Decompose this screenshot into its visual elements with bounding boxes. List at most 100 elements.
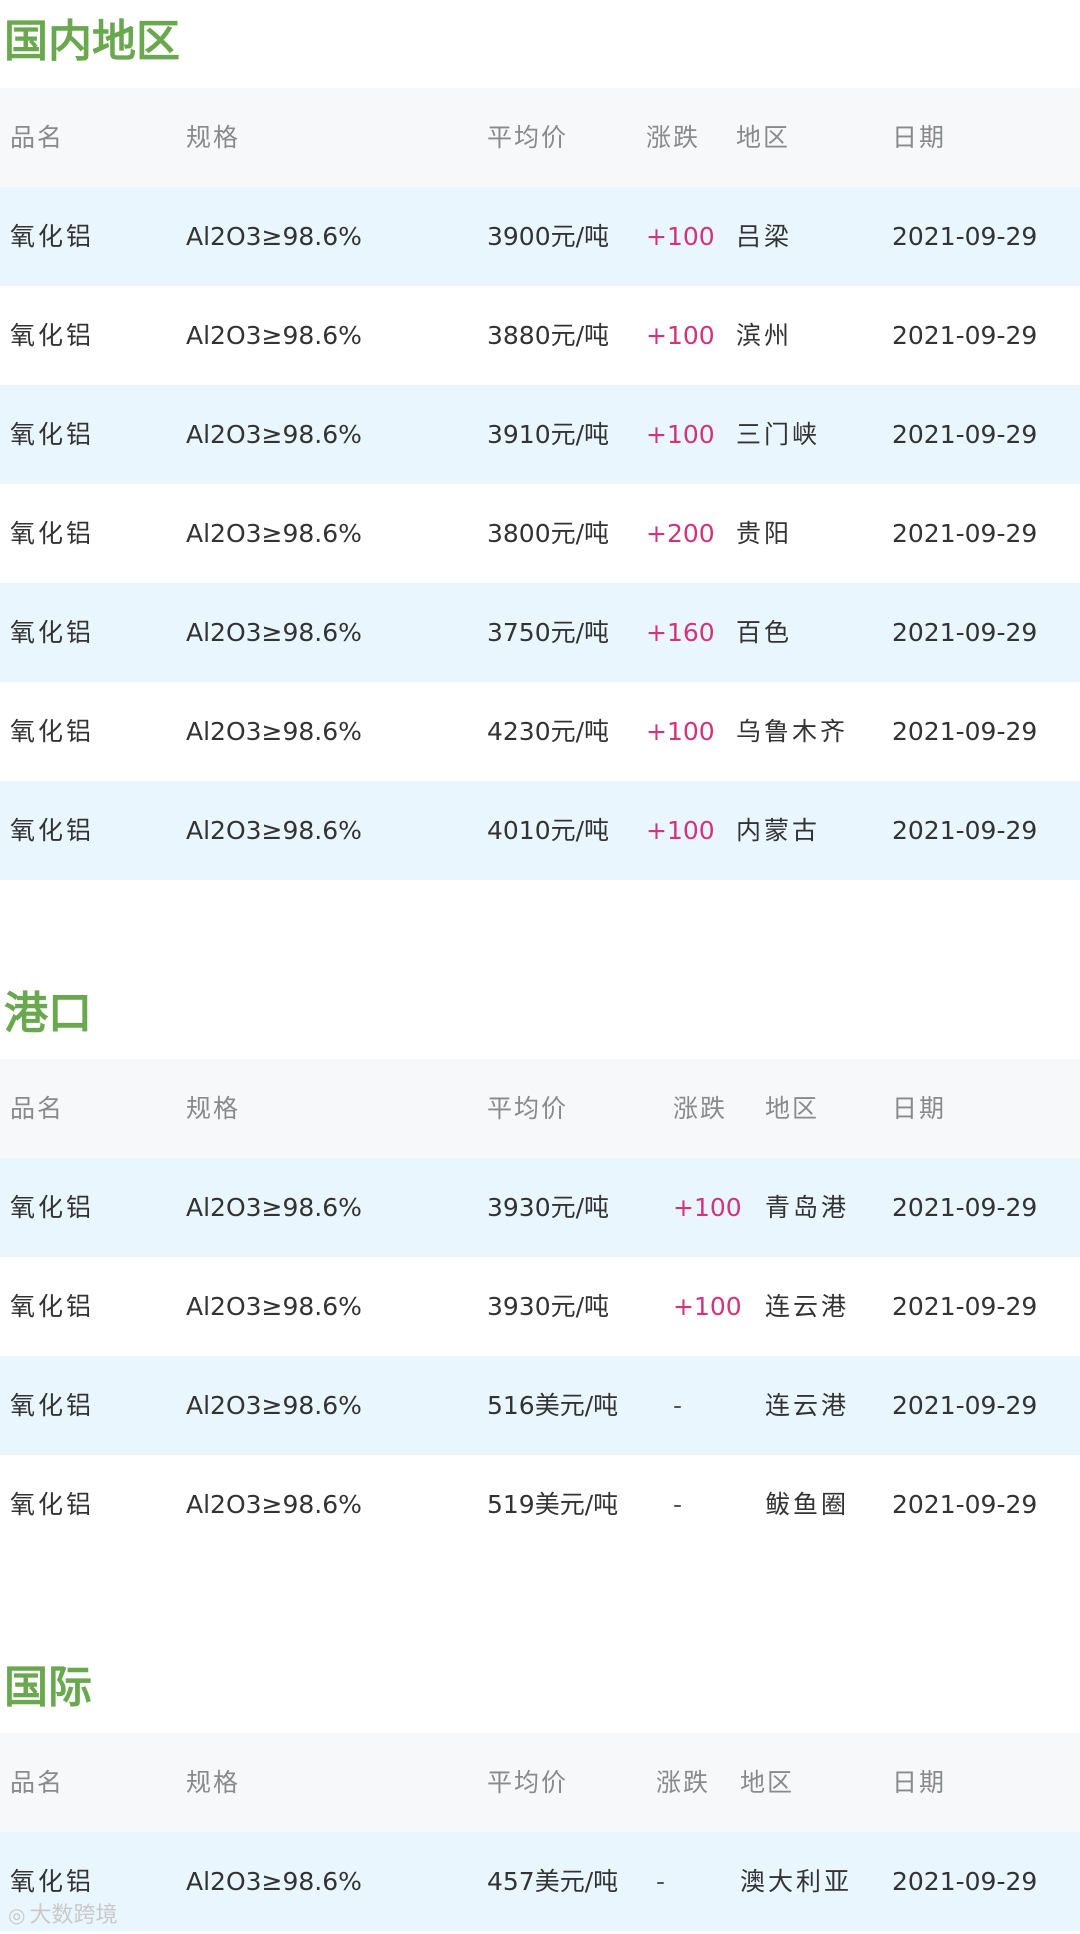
cell-price: 3800元/吨 [487, 519, 610, 548]
cell-price: 3910元/吨 [487, 420, 610, 449]
cell-price: 4230元/吨 [487, 717, 610, 746]
header-date: 日期 [892, 1094, 947, 1123]
cell-spec: Al2O3≥98.6% [186, 816, 362, 845]
section-title-international: 国际 [4, 1662, 92, 1713]
table-row: 氧化铝 Al2O3≥98.6% 457美元/吨 - 澳大利亚 2021-09-2… [0, 1832, 1080, 1931]
cell-spec: Al2O3≥98.6% [186, 618, 362, 647]
cell-price: 3880元/吨 [487, 321, 610, 350]
price-table-international: 品名 规格 平均价 涨跌 地区 日期 氧化铝 Al2O3≥98.6% 457美元… [0, 1733, 1080, 1931]
header-region: 地区 [736, 123, 791, 152]
cell-spec: Al2O3≥98.6% [186, 1391, 362, 1420]
cell-date: 2021-09-29 [892, 321, 1038, 350]
table-row: 氧化铝 Al2O3≥98.6% 3930元/吨 +100 青岛港 2021-09… [0, 1158, 1080, 1257]
cell-change: - [673, 1490, 683, 1519]
cell-change: +100 [646, 717, 715, 746]
cell-change: - [673, 1391, 683, 1420]
cell-region: 贵阳 [736, 519, 793, 548]
cell-name: 氧化铝 [10, 1391, 95, 1420]
cell-region: 青岛港 [765, 1193, 850, 1222]
cell-change: +200 [646, 519, 715, 548]
header-region: 地区 [740, 1768, 795, 1797]
cell-region: 乌鲁木齐 [736, 717, 849, 746]
price-table-domestic: 品名 规格 平均价 涨跌 地区 日期 氧化铝 Al2O3≥98.6% 3900元… [0, 88, 1080, 880]
cell-price: 516美元/吨 [487, 1391, 619, 1420]
cell-region: 连云港 [765, 1292, 850, 1321]
cell-change: +100 [673, 1292, 742, 1321]
cell-date: 2021-09-29 [892, 222, 1038, 251]
header-name: 品名 [10, 1094, 65, 1123]
cell-name: 氧化铝 [10, 519, 95, 548]
cell-region: 三门峡 [736, 420, 821, 449]
header-change: 涨跌 [673, 1094, 728, 1123]
cell-price: 3900元/吨 [487, 222, 610, 251]
cell-name: 氧化铝 [10, 1292, 95, 1321]
header-price: 平均价 [487, 1094, 569, 1123]
cell-date: 2021-09-29 [892, 1867, 1038, 1896]
cell-date: 2021-09-29 [892, 1490, 1038, 1519]
cell-date: 2021-09-29 [892, 618, 1038, 647]
table-row: 氧化铝 Al2O3≥98.6% 3880元/吨 +100 滨州 2021-09-… [0, 286, 1080, 385]
table-row: 氧化铝 Al2O3≥98.6% 3900元/吨 +100 吕梁 2021-09-… [0, 187, 1080, 286]
cell-name: 氧化铝 [10, 816, 95, 845]
cell-price: 3930元/吨 [487, 1292, 610, 1321]
table-row: 氧化铝 Al2O3≥98.6% 4230元/吨 +100 乌鲁木齐 2021-0… [0, 682, 1080, 781]
table-row: 氧化铝 Al2O3≥98.6% 3930元/吨 +100 连云港 2021-09… [0, 1257, 1080, 1356]
cell-change: +100 [646, 420, 715, 449]
cell-spec: Al2O3≥98.6% [186, 519, 362, 548]
cell-change: +100 [646, 816, 715, 845]
cell-name: 氧化铝 [10, 618, 95, 647]
cell-change: +100 [646, 321, 715, 350]
header-name: 品名 [10, 123, 65, 152]
cell-price: 519美元/吨 [487, 1490, 619, 1519]
header-spec: 规格 [186, 1768, 241, 1797]
cell-name: 氧化铝 [10, 1193, 95, 1222]
table-header: 品名 规格 平均价 涨跌 地区 日期 [0, 88, 1080, 187]
table-header: 品名 规格 平均价 涨跌 地区 日期 [0, 1733, 1080, 1832]
cell-spec: Al2O3≥98.6% [186, 1292, 362, 1321]
cell-region: 鲅鱼圈 [765, 1490, 850, 1519]
header-change: 涨跌 [646, 123, 701, 152]
cell-spec: Al2O3≥98.6% [186, 1193, 362, 1222]
header-change: 涨跌 [656, 1768, 711, 1797]
cell-change: +100 [646, 222, 715, 251]
cell-region: 内蒙古 [736, 816, 821, 845]
section-title-domestic: 国内地区 [4, 16, 180, 67]
cell-region: 连云港 [765, 1391, 850, 1420]
table-row: 氧化铝 Al2O3≥98.6% 3910元/吨 +100 三门峡 2021-09… [0, 385, 1080, 484]
cell-spec: Al2O3≥98.6% [186, 321, 362, 350]
cell-name: 氧化铝 [10, 1490, 95, 1519]
header-price: 平均价 [487, 1768, 569, 1797]
cell-date: 2021-09-29 [892, 1193, 1038, 1222]
cell-change: +100 [673, 1193, 742, 1222]
price-table-port: 品名 规格 平均价 涨跌 地区 日期 氧化铝 Al2O3≥98.6% 3930元… [0, 1059, 1080, 1554]
table-row: 氧化铝 Al2O3≥98.6% 3800元/吨 +200 贵阳 2021-09-… [0, 484, 1080, 583]
cell-price: 3750元/吨 [487, 618, 610, 647]
cell-name: 氧化铝 [10, 717, 95, 746]
header-name: 品名 [10, 1768, 65, 1797]
header-price: 平均价 [487, 123, 569, 152]
cell-spec: Al2O3≥98.6% [186, 222, 362, 251]
cell-date: 2021-09-29 [892, 420, 1038, 449]
header-region: 地区 [765, 1094, 820, 1123]
cell-price: 457美元/吨 [487, 1867, 619, 1896]
cell-change: - [656, 1867, 666, 1896]
watermark-text: 大数跨境 [29, 1903, 118, 1928]
logo-icon: ◎ [8, 1903, 26, 1927]
table-row: 氧化铝 Al2O3≥98.6% 516美元/吨 - 连云港 2021-09-29 [0, 1356, 1080, 1455]
cell-price: 3930元/吨 [487, 1193, 610, 1222]
cell-date: 2021-09-29 [892, 816, 1038, 845]
cell-region: 吕梁 [736, 222, 793, 251]
cell-name: 氧化铝 [10, 222, 95, 251]
cell-region: 澳大利亚 [740, 1867, 853, 1896]
cell-spec: Al2O3≥98.6% [186, 420, 362, 449]
header-spec: 规格 [186, 1094, 241, 1123]
cell-date: 2021-09-29 [892, 1292, 1038, 1321]
cell-price: 4010元/吨 [487, 816, 610, 845]
cell-change: +160 [646, 618, 715, 647]
header-date: 日期 [892, 123, 947, 152]
section-title-port: 港口 [4, 988, 92, 1039]
header-spec: 规格 [186, 123, 241, 152]
header-date: 日期 [892, 1768, 947, 1797]
table-row: 氧化铝 Al2O3≥98.6% 519美元/吨 - 鲅鱼圈 2021-09-29 [0, 1455, 1080, 1554]
cell-spec: Al2O3≥98.6% [186, 717, 362, 746]
